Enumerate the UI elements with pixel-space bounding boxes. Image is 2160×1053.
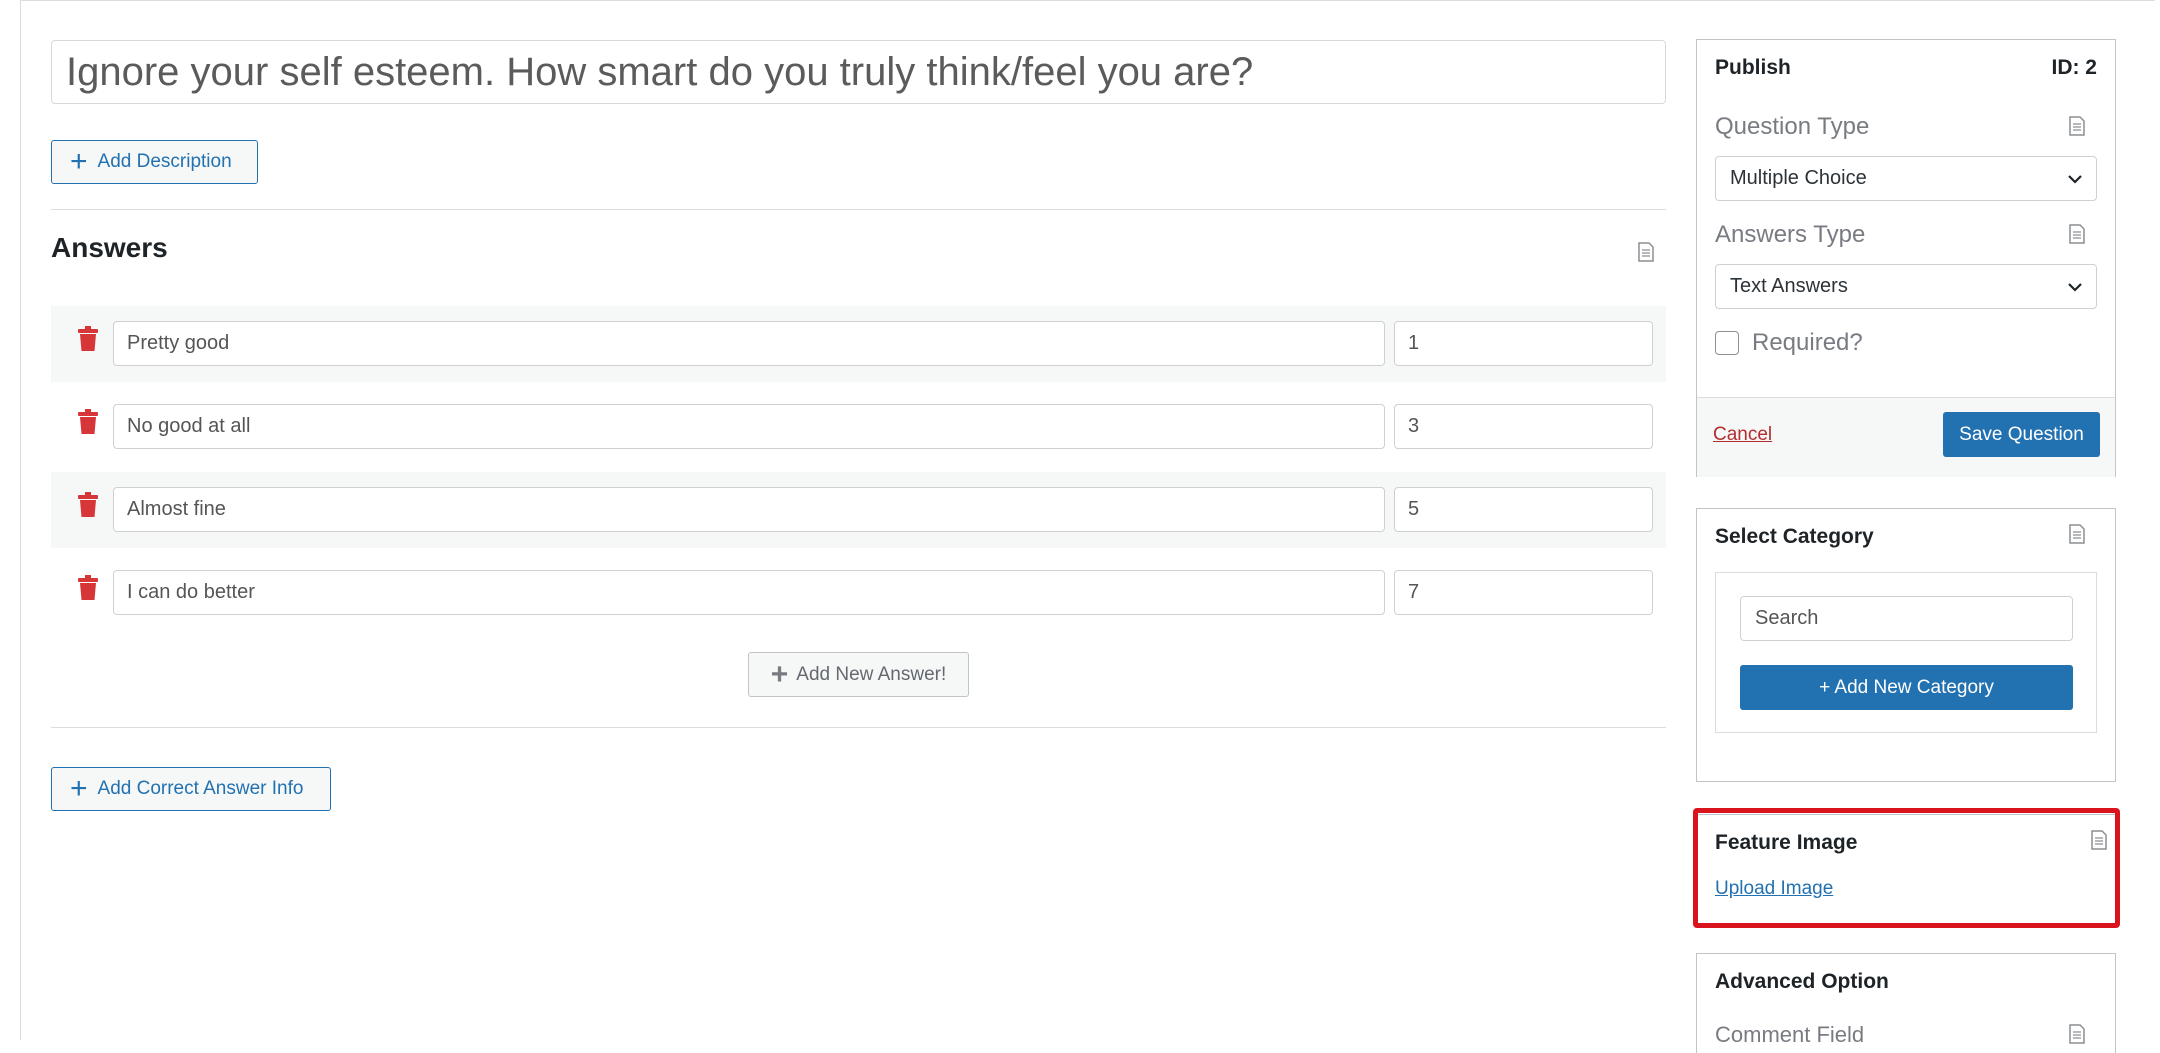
question-id: ID: 2 xyxy=(2051,56,2097,79)
answers-heading: Answers xyxy=(51,232,168,263)
document-icon[interactable] xyxy=(2069,524,2085,544)
answers-type-label: Answers Type xyxy=(1715,221,1866,248)
document-icon[interactable] xyxy=(2069,224,2085,244)
plus-icon: + xyxy=(770,657,789,691)
comment-field-label: Comment Field xyxy=(1715,1022,1865,1047)
publish-title: Publish xyxy=(1715,56,1791,79)
question-type-value: Multiple Choice xyxy=(1730,167,1867,189)
answer-row: I can do better 7 xyxy=(51,555,1666,631)
save-question-button[interactable]: Save Question xyxy=(1943,412,2100,457)
trash-icon[interactable] xyxy=(77,326,99,352)
advanced-option-title: Advanced Option xyxy=(1715,970,1889,993)
add-new-category-button[interactable]: + Add New Category xyxy=(1740,665,2073,710)
document-icon[interactable] xyxy=(1638,242,1654,262)
add-new-answer-label: Add New Answer! xyxy=(796,663,947,685)
answer-value-input[interactable]: 1 xyxy=(1394,321,1653,366)
question-type-select[interactable]: Multiple Choice xyxy=(1715,156,2097,201)
required-checkbox[interactable] xyxy=(1715,331,1739,355)
category-box: Select Category Search + Add New Categor… xyxy=(1696,508,2116,782)
answer-value-input[interactable]: 3 xyxy=(1394,404,1653,449)
chevron-down-icon xyxy=(2068,283,2082,292)
question-title-input[interactable] xyxy=(51,40,1666,104)
required-label: Required? xyxy=(1752,329,1863,356)
plus-icon: + xyxy=(70,772,88,805)
answer-text-input[interactable]: Pretty good xyxy=(113,321,1385,366)
highlight-box xyxy=(1693,808,2120,928)
advanced-option-box: Advanced Option Comment Field xyxy=(1696,953,2116,1053)
add-description-label: Add Description xyxy=(97,151,232,172)
category-panel: Search + Add New Category xyxy=(1715,572,2097,733)
answers-type-value: Text Answers xyxy=(1730,275,1848,297)
answers-type-select[interactable]: Text Answers xyxy=(1715,264,2097,309)
cancel-link[interactable]: Cancel xyxy=(1713,424,1772,446)
add-new-answer-button[interactable]: + Add New Answer! xyxy=(748,652,969,697)
divider xyxy=(51,209,1666,210)
answer-row: No good at all 3 xyxy=(51,389,1666,465)
answer-row: Almost fine 5 xyxy=(51,472,1666,548)
trash-icon[interactable] xyxy=(77,492,99,518)
question-type-label: Question Type xyxy=(1715,113,1870,140)
category-search-input[interactable]: Search xyxy=(1740,596,2073,641)
category-title: Select Category xyxy=(1715,525,1874,548)
document-icon[interactable] xyxy=(2069,1024,2085,1044)
publish-actions: Cancel Save Question xyxy=(1697,397,2115,477)
trash-icon[interactable] xyxy=(77,575,99,601)
answer-value-input[interactable]: 7 xyxy=(1394,570,1653,615)
add-correct-answer-info-button[interactable]: + Add Correct Answer Info xyxy=(51,767,331,811)
plus-icon: + xyxy=(70,145,88,178)
answer-row: Pretty good 1 xyxy=(51,306,1666,382)
document-icon[interactable] xyxy=(2069,116,2085,136)
add-correct-answer-info-label: Add Correct Answer Info xyxy=(97,778,304,799)
add-description-button[interactable]: + Add Description xyxy=(51,140,258,184)
answer-value-input[interactable]: 5 xyxy=(1394,487,1653,532)
chevron-down-icon xyxy=(2068,175,2082,184)
publish-box: Publish ID: 2 Question Type Multiple Cho… xyxy=(1696,39,2116,477)
trash-icon[interactable] xyxy=(77,409,99,435)
answer-text-input[interactable]: Almost fine xyxy=(113,487,1385,532)
answer-text-input[interactable]: I can do better xyxy=(113,570,1385,615)
answer-text-input[interactable]: No good at all xyxy=(113,404,1385,449)
divider xyxy=(51,727,1666,728)
